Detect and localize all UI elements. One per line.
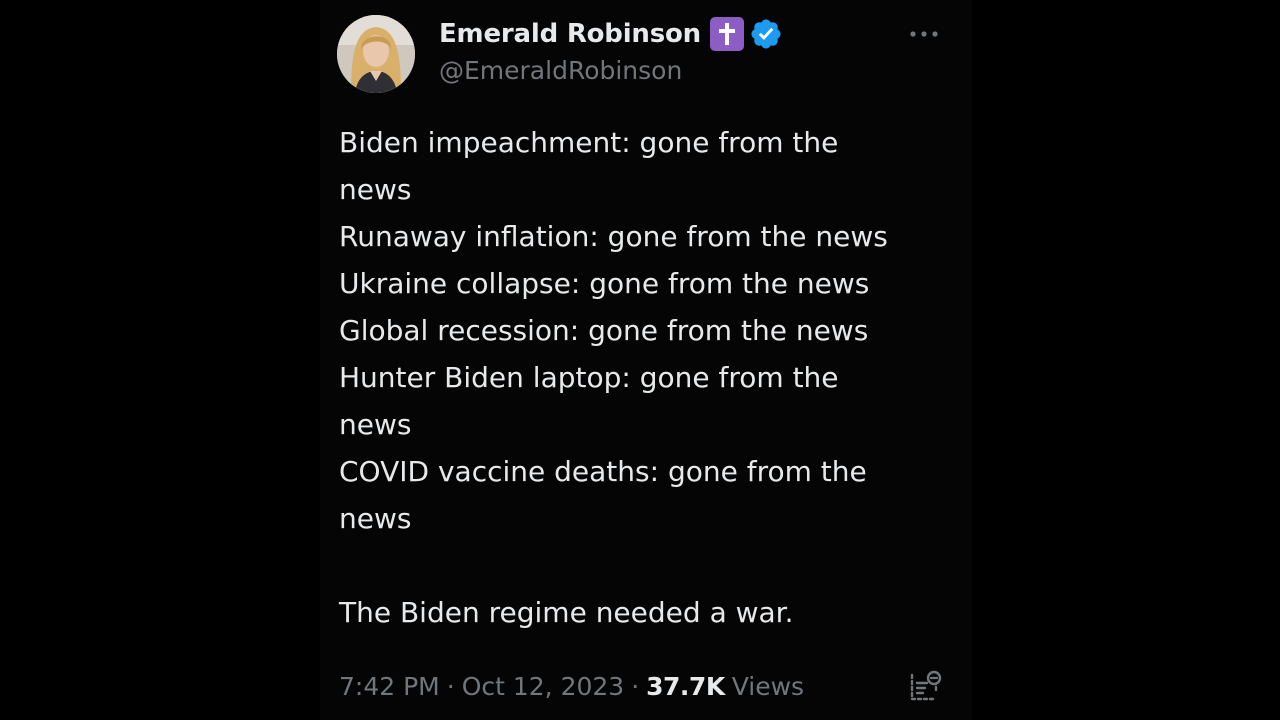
author-name-row: Emerald Robinson <box>439 14 783 54</box>
tweet-line: Runaway inflation: gone from the news <box>339 220 888 253</box>
tweet-line: news <box>339 173 412 206</box>
verified-badge-icon[interactable] <box>749 17 783 51</box>
tweet-line: news <box>339 502 412 535</box>
tweet-line: news <box>339 408 412 441</box>
tweet-text: Biden impeachment: gone from the news Ru… <box>339 119 939 636</box>
profile-photo-icon <box>337 15 415 93</box>
tweet-card: Emerald Robinson @EmeraldRobinson Biden … <box>320 0 972 720</box>
tweet-date[interactable]: Oct 12, 2023 <box>462 672 625 701</box>
avatar[interactable] <box>337 15 415 93</box>
views-label: Views <box>731 671 805 701</box>
author-handle[interactable]: @EmeraldRobinson <box>439 56 682 85</box>
views-count: 37.7K <box>646 671 725 701</box>
cross-badge-icon <box>710 17 744 51</box>
meta-separator: · <box>446 671 455 701</box>
author-display-name[interactable]: Emerald Robinson <box>439 19 701 49</box>
tweet-meta: 7:42 PM · Oct 12, 2023 · 37.7K Views <box>339 666 804 706</box>
tweet-line: COVID vaccine deaths: gone from the <box>339 455 867 488</box>
meta-separator: · <box>631 671 640 701</box>
tweet-line: The Biden regime needed a war. <box>339 596 794 629</box>
tweet-line: Hunter Biden laptop: gone from the <box>339 361 839 394</box>
tweet-line: Ukraine collapse: gone from the news <box>339 267 870 300</box>
analytics-icon[interactable] <box>905 666 945 706</box>
tweet-time[interactable]: 7:42 PM <box>339 672 440 701</box>
tweet-line: Global recession: gone from the news <box>339 314 869 347</box>
tweet-line: Biden impeachment: gone from the <box>339 126 839 159</box>
more-horizontal-icon[interactable] <box>905 24 945 44</box>
